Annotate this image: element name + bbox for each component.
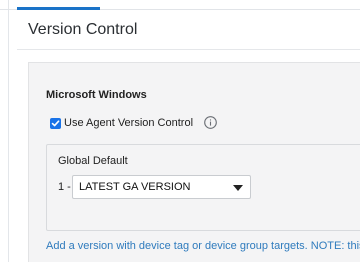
page-title: Version Control — [28, 21, 138, 38]
title-divider — [17, 49, 360, 50]
use-agent-version-control-label: Use Agent Version Control — [64, 117, 194, 129]
priority-label: 1 - — [58, 181, 71, 193]
version-select[interactable]: LATEST GA VERSION — [72, 175, 251, 199]
section-title: Microsoft Windows — [46, 89, 147, 101]
version-control-page: Version Control Microsoft Windows Use Ag… — [0, 0, 360, 262]
chevron-down-icon — [233, 185, 243, 191]
use-agent-version-control-row[interactable]: Use Agent Version Control — [50, 114, 193, 132]
check-icon — [51, 119, 60, 126]
active-tab-indicator[interactable] — [17, 7, 100, 10]
use-agent-version-control-checkbox[interactable] — [50, 117, 61, 129]
add-version-note-link[interactable]: Add a version with device tag or device … — [46, 240, 360, 252]
version-select-value: LATEST GA VERSION — [79, 181, 191, 193]
left-divider — [8, 0, 9, 262]
global-default-label: Global Default — [58, 155, 128, 167]
info-circle-icon[interactable] — [204, 116, 217, 129]
